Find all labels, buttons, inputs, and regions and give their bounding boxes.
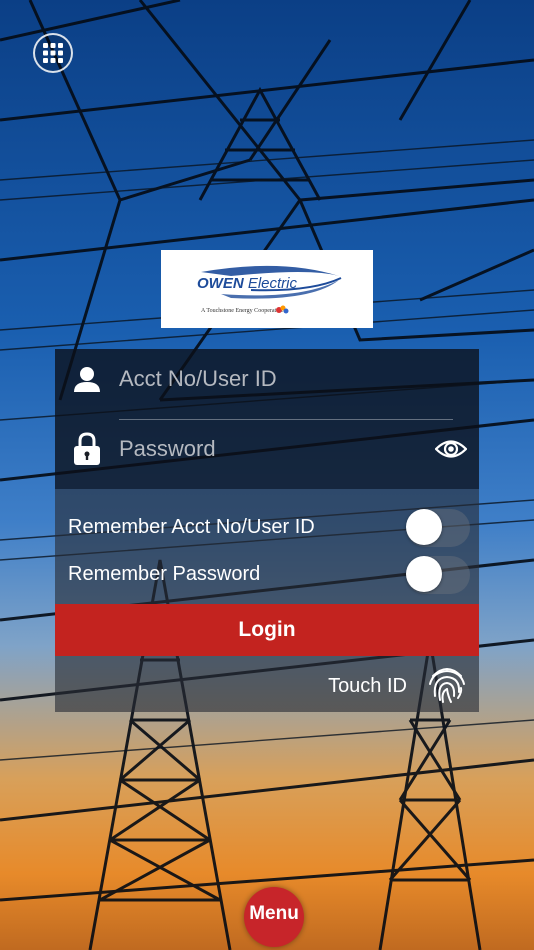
touch-id-panel: Touch ID bbox=[55, 656, 479, 712]
eye-icon bbox=[435, 440, 467, 458]
logo-brand-bold: OWEN bbox=[197, 275, 245, 292]
logo-tagline: A Touchstone Energy Cooperative bbox=[201, 308, 284, 314]
remember-user-toggle[interactable] bbox=[406, 509, 470, 547]
remember-options-panel: Remember Acct No/User ID Remember Passwo… bbox=[55, 489, 479, 605]
show-password-button[interactable] bbox=[423, 438, 479, 460]
remember-password-toggle[interactable] bbox=[406, 556, 470, 594]
password-row bbox=[55, 419, 479, 479]
lock-icon bbox=[74, 432, 100, 465]
logo-brand-light: Electric bbox=[244, 275, 298, 292]
person-icon bbox=[74, 367, 100, 392]
touch-id-label[interactable]: Touch ID bbox=[328, 675, 407, 698]
login-button[interactable]: Login bbox=[55, 604, 479, 656]
credentials-panel bbox=[55, 349, 479, 489]
user-id-input[interactable] bbox=[119, 366, 479, 392]
menu-button[interactable]: Menu bbox=[244, 887, 304, 947]
svg-text:OWEN Electric: OWEN Electric bbox=[197, 275, 298, 292]
grid-menu-icon bbox=[43, 43, 63, 63]
remember-user-label: Remember Acct No/User ID bbox=[68, 516, 315, 538]
user-id-row bbox=[55, 349, 479, 409]
toggle-knob bbox=[406, 556, 442, 592]
remember-password-label: Remember Password bbox=[68, 563, 261, 585]
company-logo: OWEN Electric A Touchstone Energy Cooper… bbox=[161, 250, 373, 328]
fingerprint-icon[interactable] bbox=[427, 666, 467, 704]
grid-menu-button[interactable] bbox=[33, 33, 73, 73]
toggle-knob bbox=[406, 509, 442, 545]
password-input[interactable] bbox=[119, 436, 423, 462]
